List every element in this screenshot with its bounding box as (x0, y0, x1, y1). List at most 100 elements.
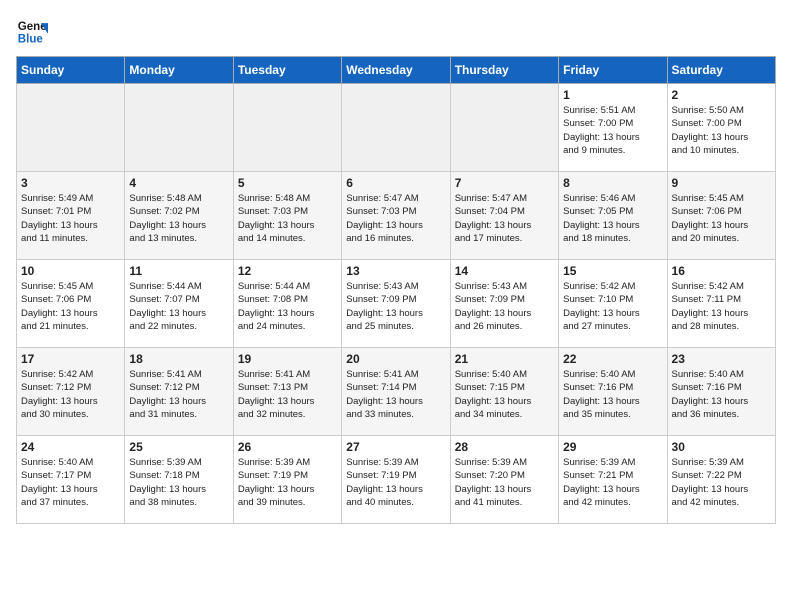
calendar-cell: 22Sunrise: 5:40 AM Sunset: 7:16 PM Dayli… (559, 348, 667, 436)
calendar-cell (450, 84, 558, 172)
calendar-cell: 13 Sunrise: 5:43 AM Sunset: 7:09 PM Dayli… (342, 260, 450, 348)
day-info: Sunrise: 5:44 AM Sunset: 7:07 PM Dayligh… (129, 280, 228, 333)
day-number: 11 (129, 264, 228, 278)
page-header: General Blue (16, 16, 776, 48)
day-info: Sunrise: 5:49 AM Sunset: 7:01 PM Dayligh… (21, 192, 120, 245)
calendar-body: 1 Sunrise: 5:51 AM Sunset: 7:00 PM Daylig… (17, 84, 776, 524)
weekday-header-friday: Friday (559, 57, 667, 84)
calendar-cell: 17 Sunrise: 5:42 AM Sunset: 7:12 PM Dayli… (17, 348, 125, 436)
calendar-cell: 5 Sunrise: 5:48 AM Sunset: 7:03 PM Daylig… (233, 172, 341, 260)
calendar-cell: 7 Sunrise: 5:47 AM Sunset: 7:04 PM Daylig… (450, 172, 558, 260)
day-number: 3 (21, 176, 120, 190)
calendar-cell: 10 Sunrise: 5:45 AM Sunset: 7:06 PM Dayli… (17, 260, 125, 348)
day-info: Sunrise: 5:41 AM Sunset: 7:14 PM Dayligh… (346, 368, 445, 421)
day-info: Sunrise: 5:39 AM Sunset: 7:19 PM Dayligh… (346, 456, 445, 509)
logo-icon: General Blue (16, 16, 48, 48)
day-info: Sunrise: 5:45 AM Sunset: 7:06 PM Dayligh… (21, 280, 120, 333)
day-number: 26 (238, 440, 337, 454)
calendar-cell: 30 Sunrise: 5:39 AM Sunset: 7:22 PM Dayli… (667, 436, 775, 524)
calendar-cell (233, 84, 341, 172)
calendar-cell (342, 84, 450, 172)
day-number: 4 (129, 176, 228, 190)
day-info: Sunrise: 5:43 AM Sunset: 7:09 PM Dayligh… (346, 280, 445, 333)
day-number: 6 (346, 176, 445, 190)
svg-text:Blue: Blue (18, 34, 44, 46)
calendar-week-row: 17 Sunrise: 5:42 AM Sunset: 7:12 PM Dayli… (17, 348, 776, 436)
day-number: 2 (672, 88, 771, 102)
day-info: Sunrise: 5:39 AM Sunset: 7:19 PM Dayligh… (238, 456, 337, 509)
logo: General Blue (16, 16, 52, 48)
day-number: 13 (346, 264, 445, 278)
day-info: Sunrise: 5:40 AM Sunset: 7:16 PM Dayligh… (672, 368, 771, 421)
day-info: Sunrise: 5:40 AM Sunset: 7:17 PM Dayligh… (21, 456, 120, 509)
calendar-week-row: 3 Sunrise: 5:49 AM Sunset: 7:01 PM Daylig… (17, 172, 776, 260)
calendar-cell: 23Sunrise: 5:40 AM Sunset: 7:16 PM Dayli… (667, 348, 775, 436)
day-info: Sunrise: 5:43 AM Sunset: 7:09 PM Dayligh… (455, 280, 554, 333)
day-info: Sunrise: 5:41 AM Sunset: 7:12 PM Dayligh… (129, 368, 228, 421)
day-number: 20 (346, 352, 445, 366)
day-number: 18 (129, 352, 228, 366)
day-info: Sunrise: 5:48 AM Sunset: 7:02 PM Dayligh… (129, 192, 228, 245)
calendar-cell: 16 Sunrise: 5:42 AM Sunset: 7:11 PM Dayli… (667, 260, 775, 348)
calendar-cell (17, 84, 125, 172)
day-info: Sunrise: 5:39 AM Sunset: 7:22 PM Dayligh… (672, 456, 771, 509)
calendar-cell: 14 Sunrise: 5:43 AM Sunset: 7:09 PM Dayli… (450, 260, 558, 348)
day-number: 9 (672, 176, 771, 190)
day-number: 5 (238, 176, 337, 190)
day-info: Sunrise: 5:51 AM Sunset: 7:00 PM Dayligh… (563, 104, 662, 157)
calendar-cell: 6 Sunrise: 5:47 AM Sunset: 7:03 PM Daylig… (342, 172, 450, 260)
calendar-cell: 25 Sunrise: 5:39 AM Sunset: 7:18 PM Dayli… (125, 436, 233, 524)
day-number: 10 (21, 264, 120, 278)
day-info: Sunrise: 5:50 AM Sunset: 7:00 PM Dayligh… (672, 104, 771, 157)
calendar-cell: 26 Sunrise: 5:39 AM Sunset: 7:19 PM Dayli… (233, 436, 341, 524)
day-number: 25 (129, 440, 228, 454)
calendar-cell: 20 Sunrise: 5:41 AM Sunset: 7:14 PM Dayli… (342, 348, 450, 436)
calendar-cell: 8 Sunrise: 5:46 AM Sunset: 7:05 PM Daylig… (559, 172, 667, 260)
day-number: 28 (455, 440, 554, 454)
day-number: 21 (455, 352, 554, 366)
day-info: Sunrise: 5:47 AM Sunset: 7:04 PM Dayligh… (455, 192, 554, 245)
calendar-cell: 11 Sunrise: 5:44 AM Sunset: 7:07 PM Dayli… (125, 260, 233, 348)
day-number: 29 (563, 440, 662, 454)
calendar-cell: 18 Sunrise: 5:41 AM Sunset: 7:12 PM Dayli… (125, 348, 233, 436)
day-number: 17 (21, 352, 120, 366)
day-number: 30 (672, 440, 771, 454)
calendar-table: SundayMondayTuesdayWednesdayThursdayFrid… (16, 56, 776, 524)
day-number: 15 (563, 264, 662, 278)
day-info: Sunrise: 5:42 AM Sunset: 7:12 PM Dayligh… (21, 368, 120, 421)
day-info: Sunrise: 5:39 AM Sunset: 7:21 PM Dayligh… (563, 456, 662, 509)
day-number: 7 (455, 176, 554, 190)
calendar-cell: 15Sunrise: 5:42 AM Sunset: 7:10 PM Dayli… (559, 260, 667, 348)
day-number: 8 (563, 176, 662, 190)
svg-text:General: General (18, 21, 48, 33)
day-info: Sunrise: 5:45 AM Sunset: 7:06 PM Dayligh… (672, 192, 771, 245)
weekday-header-sunday: Sunday (17, 57, 125, 84)
day-number: 1 (563, 88, 662, 102)
weekday-header-tuesday: Tuesday (233, 57, 341, 84)
day-info: Sunrise: 5:39 AM Sunset: 7:20 PM Dayligh… (455, 456, 554, 509)
day-info: Sunrise: 5:46 AM Sunset: 7:05 PM Dayligh… (563, 192, 662, 245)
day-number: 16 (672, 264, 771, 278)
day-number: 12 (238, 264, 337, 278)
calendar-cell: 19 Sunrise: 5:41 AM Sunset: 7:13 PM Dayli… (233, 348, 341, 436)
calendar-cell: 27 Sunrise: 5:39 AM Sunset: 7:19 PM Dayli… (342, 436, 450, 524)
day-number: 14 (455, 264, 554, 278)
calendar-cell: 21 Sunrise: 5:40 AM Sunset: 7:15 PM Dayli… (450, 348, 558, 436)
calendar-week-row: 1 Sunrise: 5:51 AM Sunset: 7:00 PM Daylig… (17, 84, 776, 172)
day-info: Sunrise: 5:41 AM Sunset: 7:13 PM Dayligh… (238, 368, 337, 421)
calendar-cell: 24 Sunrise: 5:40 AM Sunset: 7:17 PM Dayli… (17, 436, 125, 524)
day-number: 24 (21, 440, 120, 454)
day-info: Sunrise: 5:39 AM Sunset: 7:18 PM Dayligh… (129, 456, 228, 509)
day-info: Sunrise: 5:42 AM Sunset: 7:11 PM Dayligh… (672, 280, 771, 333)
day-number: 27 (346, 440, 445, 454)
day-number: 19 (238, 352, 337, 366)
day-info: Sunrise: 5:48 AM Sunset: 7:03 PM Dayligh… (238, 192, 337, 245)
calendar-cell (125, 84, 233, 172)
day-info: Sunrise: 5:47 AM Sunset: 7:03 PM Dayligh… (346, 192, 445, 245)
calendar-cell: 9 Sunrise: 5:45 AM Sunset: 7:06 PM Daylig… (667, 172, 775, 260)
calendar-cell: 12 Sunrise: 5:44 AM Sunset: 7:08 PM Dayli… (233, 260, 341, 348)
calendar-cell: 3 Sunrise: 5:49 AM Sunset: 7:01 PM Daylig… (17, 172, 125, 260)
calendar-header-row: SundayMondayTuesdayWednesdayThursdayFrid… (17, 57, 776, 84)
day-info: Sunrise: 5:40 AM Sunset: 7:15 PM Dayligh… (455, 368, 554, 421)
day-info: Sunrise: 5:44 AM Sunset: 7:08 PM Dayligh… (238, 280, 337, 333)
